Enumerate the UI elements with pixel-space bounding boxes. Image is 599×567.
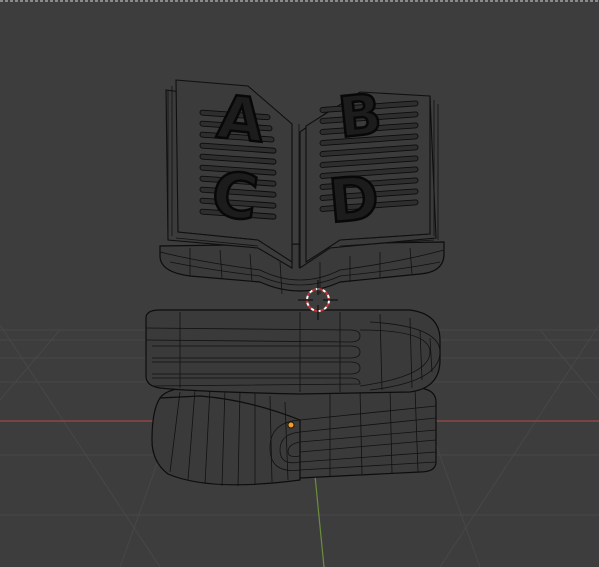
letter-d: D	[326, 163, 382, 237]
viewport-scene: A B C D	[0, 79, 599, 567]
letter-b: B	[335, 82, 384, 151]
letter-a: A	[214, 82, 268, 157]
3d-viewport[interactable]: A B C D	[0, 0, 599, 567]
bottom-book[interactable]	[151, 385, 437, 487]
object-origin-icon[interactable]	[287, 421, 295, 429]
middle-book-stack[interactable]	[145, 309, 441, 395]
open-book[interactable]: A B C D	[159, 79, 445, 295]
